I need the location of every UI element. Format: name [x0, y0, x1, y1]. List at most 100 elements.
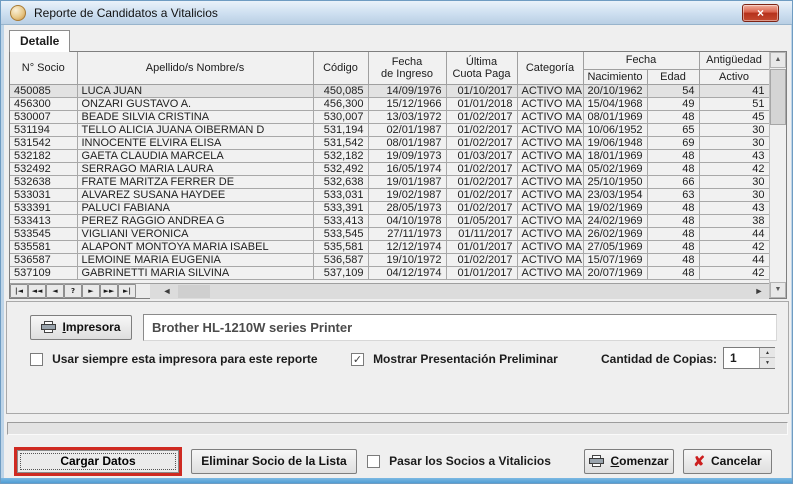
table-row[interactable]: 533413PEREZ RAGGIO ANDREA G533,41304/10/…	[10, 214, 769, 227]
cancel-button[interactable]: ✘Cancelar	[683, 449, 772, 474]
grid-cell: 533,413	[313, 214, 368, 227]
nav-next-button[interactable]: ►	[82, 284, 100, 298]
grid-cell: 20/10/1962	[583, 84, 647, 97]
tab-detalle[interactable]: Detalle	[9, 30, 70, 52]
nav-last-button[interactable]: ►|	[118, 284, 136, 298]
grid-cell: ACTIVO MA	[517, 97, 583, 110]
grid-cell: 51	[699, 97, 769, 110]
scroll-down-icon[interactable]: ▼	[770, 282, 786, 298]
app-icon	[10, 5, 26, 21]
grid-cell: INNOCENTE ELVIRA ELISA	[77, 136, 313, 149]
horizontal-scrollbar[interactable]: ◄ ►	[150, 284, 769, 299]
printer-button[interactable]: Impresora	[30, 315, 132, 340]
grid-cell: ACTIVO MA	[517, 175, 583, 188]
grid-cell: 01/11/2017	[446, 227, 517, 240]
grid-cell: 531,194	[313, 123, 368, 136]
vertical-scrollbar[interactable]: ▲ ▼	[769, 52, 786, 298]
table-row[interactable]: 450085LUCA JUAN450,08514/09/197601/10/20…	[10, 84, 769, 97]
load-data-highlight: Cargar Datos	[14, 447, 182, 476]
horizontal-scroll-thumb[interactable]	[178, 285, 210, 298]
progress-bar	[7, 422, 788, 435]
grid-cell: 18/01/1969	[583, 149, 647, 162]
col-header-nombre[interactable]: Apellido/s Nombre/s	[77, 52, 313, 84]
col-header-cuota[interactable]: Última Cuota Paga	[446, 52, 517, 84]
grid-cell: 48	[647, 214, 699, 227]
printer-name-field[interactable]: Brother HL-1210W series Printer	[143, 314, 777, 341]
grid-cell: 19/02/1969	[583, 201, 647, 214]
grid-cell: 01/05/2017	[446, 214, 517, 227]
nav-search-button[interactable]: ?	[64, 284, 82, 298]
grid-cell: 536,587	[313, 253, 368, 266]
grid-cell: 533545	[10, 227, 77, 240]
table-row[interactable]: 532182GAETA CLAUDIA MARCELA532,18219/09/…	[10, 149, 769, 162]
close-button[interactable]: ×	[742, 4, 779, 22]
copies-value[interactable]: 1	[730, 351, 737, 365]
grid-cell: 01/02/2017	[446, 123, 517, 136]
nav-prior-page-button[interactable]: ◄◄	[28, 284, 46, 298]
table-row[interactable]: 536587LEMOINE MARIA EUGENIA536,58719/10/…	[10, 253, 769, 266]
table-row[interactable]: 531542INNOCENTE ELVIRA ELISA531,54208/01…	[10, 136, 769, 149]
grid-cell: 63	[647, 188, 699, 201]
grid-cell: ALVAREZ SUSANA HAYDEE	[77, 188, 313, 201]
table-row[interactable]: 533391PALUCI FABIANA533,39128/05/197301/…	[10, 201, 769, 214]
grid-cell: 19/01/1987	[368, 175, 446, 188]
col-header-codigo[interactable]: Código	[313, 52, 368, 84]
scroll-left-icon[interactable]: ◄	[158, 284, 176, 299]
grid-cell: 27/11/1973	[368, 227, 446, 240]
grid-cell: 15/07/1969	[583, 253, 647, 266]
scroll-up-icon[interactable]: ▲	[770, 52, 786, 68]
grid-cell: PALUCI FABIANA	[77, 201, 313, 214]
grid-cell: 19/10/1972	[368, 253, 446, 266]
table-row[interactable]: 530007BEADE SILVIA CRISTINA530,00713/03/…	[10, 110, 769, 123]
spinner-down-icon[interactable]: ▼	[760, 358, 775, 368]
grid-cell: 48	[647, 110, 699, 123]
grid-cell: 45	[699, 110, 769, 123]
col-header-ingreso[interactable]: Fecha de Ingreso	[368, 52, 446, 84]
nav-prior-button[interactable]: ◄	[46, 284, 64, 298]
nav-first-button[interactable]: |◄	[10, 284, 28, 298]
pass-to-vitalicios-checkbox[interactable]: Pasar los Socios a Vitalicios	[367, 454, 551, 468]
grid-cell: 30	[699, 188, 769, 201]
scroll-right-icon[interactable]: ►	[750, 284, 768, 299]
grid-cell: 54	[647, 84, 699, 97]
candidates-grid: N° Socio Apellido/s Nombre/s Código Fech…	[9, 51, 787, 299]
table-row[interactable]: 533031ALVAREZ SUSANA HAYDEE533,03119/02/…	[10, 188, 769, 201]
col-header-nacimiento[interactable]: Nacimiento	[583, 69, 647, 84]
start-button[interactable]: Comenzar	[584, 449, 674, 474]
checkbox-box[interactable]	[367, 455, 380, 468]
grid-cell: 19/06/1948	[583, 136, 647, 149]
table-row[interactable]: 537109GABRINETTI MARIA SILVINA537,10904/…	[10, 266, 769, 279]
grid-cell: 04/12/1974	[368, 266, 446, 279]
grid-body: 450085LUCA JUAN450,08514/09/197601/10/20…	[10, 84, 769, 279]
col-header-activo[interactable]: Activo	[699, 69, 769, 84]
col-header-antiguedad[interactable]: Antigüedad	[699, 52, 769, 69]
col-header-categoria[interactable]: Categoría	[517, 52, 583, 84]
col-header-edad[interactable]: Edad	[647, 69, 699, 84]
table-row[interactable]: 456300ONZARI GUSTAVO A.456,30015/12/1966…	[10, 97, 769, 110]
table-row[interactable]: 531194TELLO ALICIA JUANA OIBERMAN D531,1…	[10, 123, 769, 136]
nav-next-page-button[interactable]: ►►	[100, 284, 118, 298]
copies-spinner[interactable]: 1 ▲ ▼	[723, 347, 775, 369]
grid-cell: PEREZ RAGGIO ANDREA G	[77, 214, 313, 227]
col-header-socio[interactable]: N° Socio	[10, 52, 77, 84]
checkbox-box[interactable]: ✓	[351, 353, 364, 366]
grid-cell: 15/12/1966	[368, 97, 446, 110]
grid-cell: 13/03/1972	[368, 110, 446, 123]
printer-icon	[41, 321, 56, 333]
remove-member-button[interactable]: Eliminar Socio de la Lista	[191, 449, 357, 474]
table-row[interactable]: 532638FRATE MARITZA FERRER DE532,63819/0…	[10, 175, 769, 188]
vertical-scroll-thumb[interactable]	[770, 69, 786, 125]
grid-cell: 01/02/2017	[446, 188, 517, 201]
grid-cell: 30	[699, 175, 769, 188]
load-data-button[interactable]: Cargar Datos	[17, 450, 179, 473]
table-row[interactable]: 532492SERRAGO MARIA LAURA532,49216/05/19…	[10, 162, 769, 175]
grid-cell: ACTIVO MA	[517, 110, 583, 123]
checkbox-box[interactable]	[30, 353, 43, 366]
grid-cell: 533,545	[313, 227, 368, 240]
grid-cell: 01/02/2017	[446, 253, 517, 266]
grid-cell: 38	[699, 214, 769, 227]
spinner-up-icon[interactable]: ▲	[760, 348, 775, 358]
table-row[interactable]: 535581ALAPONT MONTOYA MARIA ISABEL535,58…	[10, 240, 769, 253]
table-row[interactable]: 533545VIGLIANI VERONICA533,54527/11/1973…	[10, 227, 769, 240]
always-printer-checkbox[interactable]: Usar siempre esta impresora para este re…	[30, 352, 318, 366]
